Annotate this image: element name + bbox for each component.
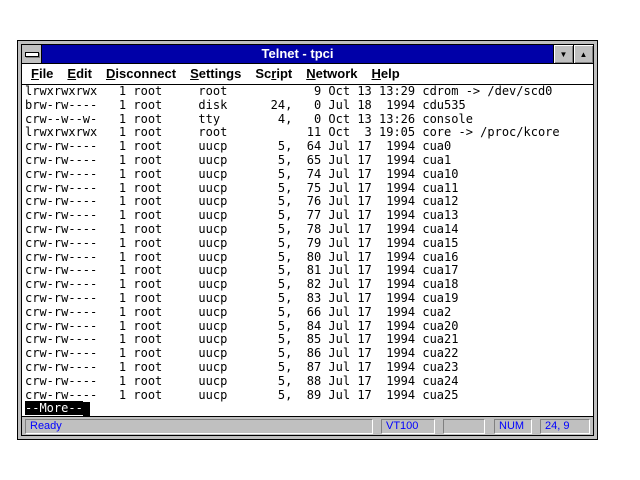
empty-status-panel — [443, 419, 485, 434]
more-prompt: --More-- — [25, 401, 83, 415]
desktop: { "window": { "title": "Telnet - tpci", … — [0, 0, 640, 480]
menu-item-disconnect[interactable]: Disconnect — [99, 64, 183, 84]
terminal-cursor — [83, 402, 90, 416]
terminal-output: lrwxrwxrwx 1 root root 9 Oct 13 13:29 cd… — [25, 85, 593, 402]
menu-item-file[interactable]: File — [24, 64, 60, 84]
system-menu-button[interactable] — [22, 45, 42, 63]
menu-bar: FileEditDisconnectSettingsScriptNetworkH… — [22, 63, 593, 85]
terminal-viewport[interactable]: lrwxrwxrwx 1 root root 9 Oct 13 13:29 cd… — [22, 85, 593, 416]
status-bar: Ready VT100 NUM 24, 9 — [22, 416, 593, 435]
menu-item-script[interactable]: Script — [248, 64, 299, 84]
window-inner-frame: Telnet - tpci ▼ ▲ FileEditDisconnectSett… — [21, 44, 594, 436]
menu-item-help[interactable]: Help — [365, 64, 407, 84]
menu-item-edit[interactable]: Edit — [60, 64, 99, 84]
more-prompt-line: --More-- — [25, 402, 593, 416]
status-message-panel: Ready — [25, 419, 373, 434]
menu-item-settings[interactable]: Settings — [183, 64, 248, 84]
minimize-icon: ▼ — [560, 50, 568, 59]
maximize-icon: ▲ — [580, 50, 588, 59]
telnet-window: Telnet - tpci ▼ ▲ FileEditDisconnectSett… — [17, 40, 598, 440]
terminal-emulation-panel: VT100 — [381, 419, 435, 434]
cursor-position-indicator: 24, 9 — [540, 419, 590, 434]
menu-item-network[interactable]: Network — [299, 64, 364, 84]
system-menu-icon — [25, 52, 39, 57]
window-title: Telnet - tpci — [42, 45, 553, 63]
title-bar[interactable]: Telnet - tpci ▼ ▲ — [22, 45, 593, 63]
numlock-indicator: NUM — [494, 419, 532, 434]
minimize-button[interactable]: ▼ — [553, 45, 573, 63]
maximize-button[interactable]: ▲ — [573, 45, 593, 63]
